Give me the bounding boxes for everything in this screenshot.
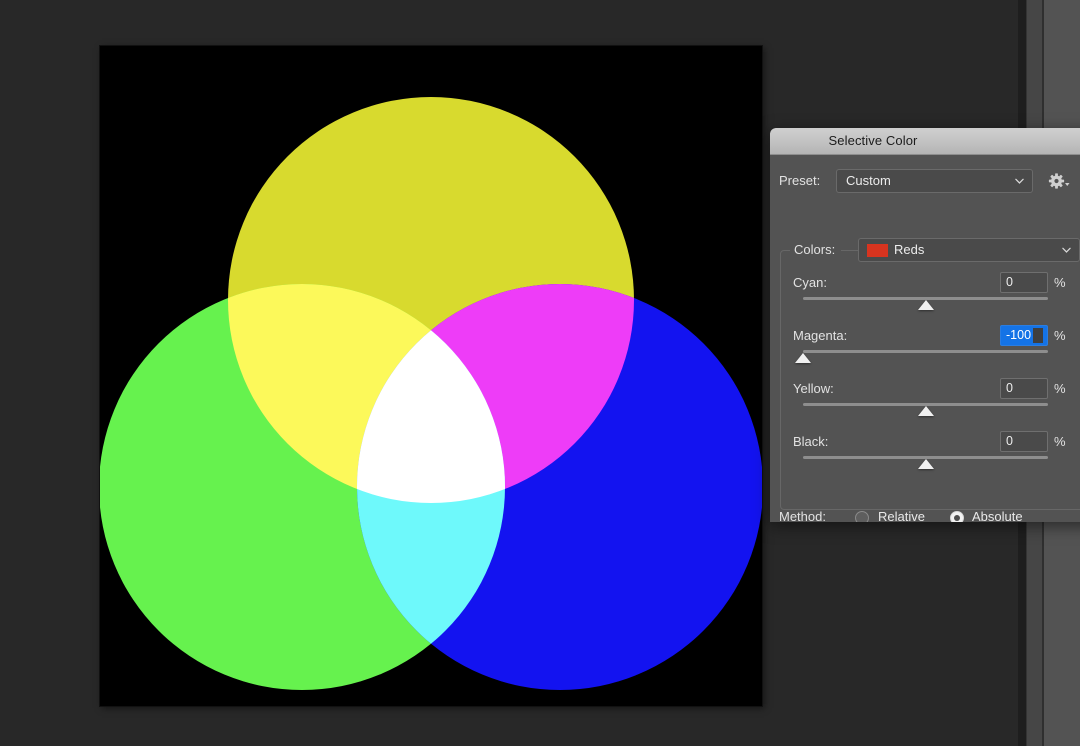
image-canvas[interactable]	[100, 46, 762, 706]
color-swatch	[867, 244, 888, 257]
slider-value-text: 0	[1006, 434, 1013, 448]
dialog-titlebar[interactable]: Selective Color	[770, 128, 1080, 155]
slider-value-input[interactable]: 0	[1000, 431, 1048, 452]
slider-value-text: 0	[1006, 381, 1013, 395]
colors-dropdown[interactable]: Reds	[858, 238, 1080, 262]
method-row: Method: Relative Absolute	[770, 507, 1080, 522]
slider-value-text: -100	[1006, 328, 1031, 342]
radio-label-relative[interactable]: Relative	[878, 509, 925, 522]
percent-label: %	[1054, 434, 1066, 449]
rgb-venn-diagram	[100, 46, 762, 706]
slider-value-input[interactable]: -100	[1000, 325, 1048, 346]
slider-handle[interactable]	[918, 300, 934, 310]
text-caret	[1033, 328, 1043, 343]
radio-absolute[interactable]	[950, 511, 964, 522]
selective-color-dialog[interactable]: Selective Color Preset: Custom	[770, 128, 1080, 522]
slider-value-input[interactable]: 0	[1000, 272, 1048, 293]
dialog-body: Preset: Custom	[770, 155, 1080, 522]
radio-relative[interactable]	[855, 511, 869, 522]
chevron-down-icon	[1015, 178, 1024, 184]
colors-label: Colors:	[794, 242, 835, 257]
gear-icon[interactable]	[1048, 172, 1072, 190]
slider-value-input[interactable]: 0	[1000, 378, 1048, 399]
colors-value: Reds	[894, 242, 924, 257]
percent-label: %	[1054, 275, 1066, 290]
slider-handle[interactable]	[918, 406, 934, 416]
slider-track[interactable]	[803, 350, 1048, 353]
preset-dropdown[interactable]: Custom	[836, 169, 1033, 193]
preset-value: Custom	[846, 173, 891, 188]
slider-handle[interactable]	[918, 459, 934, 469]
preset-label: Preset:	[779, 173, 820, 188]
slider-handle[interactable]	[795, 353, 811, 363]
preset-row: Preset: Custom	[770, 169, 1080, 195]
slider-value-text: 0	[1006, 275, 1013, 289]
slider-label: Yellow:	[793, 381, 834, 396]
colors-label-wrap: Colors:	[790, 238, 841, 262]
slider-label: Magenta:	[793, 328, 847, 343]
method-label: Method:	[779, 509, 826, 522]
dialog-title: Selective Color	[770, 133, 976, 148]
radio-label-absolute[interactable]: Absolute	[972, 509, 1023, 522]
percent-label: %	[1054, 328, 1066, 343]
colors-row: Colors: Reds	[790, 238, 1080, 262]
chevron-down-icon	[1062, 247, 1071, 253]
slider-label: Cyan:	[793, 275, 827, 290]
percent-label: %	[1054, 381, 1066, 396]
slider-label: Black:	[793, 434, 828, 449]
